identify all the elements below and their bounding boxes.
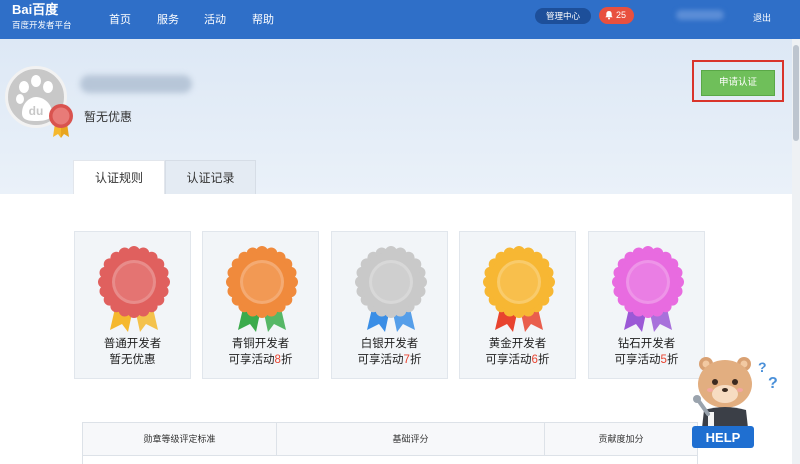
discount-unit: 折: [409, 354, 422, 366]
benefit-text: 暂无优惠: [109, 354, 156, 366]
rating-table: 勋章等级评定标准 基础评分 贡献度加分: [82, 422, 698, 464]
discount-unit: 折: [666, 354, 679, 366]
medal-icon: [355, 246, 427, 332]
medal-icon: [226, 246, 298, 332]
svg-text:du: du: [29, 104, 44, 118]
discount-unit: 折: [280, 354, 293, 366]
question-mark-icon: ?: [758, 359, 767, 375]
medal-title: 普通开发者: [103, 338, 162, 350]
nav-activities[interactable]: 活动: [204, 11, 226, 27]
medal-card: 普通开发者 暂无优惠: [74, 231, 191, 379]
tab-certification-rules[interactable]: 认证规则: [73, 160, 165, 194]
nav-home[interactable]: 首页: [109, 11, 131, 27]
medal-title: 白银开发者: [360, 338, 419, 350]
medal-icon: [612, 246, 684, 332]
medal-card: 青铜开发者 可享活动8折: [202, 231, 319, 379]
scrollbar-thumb[interactable]: [793, 45, 799, 141]
apply-certification-button[interactable]: 申请认证: [701, 70, 775, 96]
help-mascot[interactable]: ? ? HELP: [688, 352, 792, 452]
medal-benefit: 可享活动5折: [589, 351, 704, 367]
medal-benefit: 暂无优惠: [75, 351, 190, 367]
medal-card: 黄金开发者 可享活动6折: [459, 231, 576, 379]
benefit-text: 可享活动: [485, 354, 532, 366]
top-navigation-bar: Bai百度 百度开发者平台 首页 服务 活动 帮助 管理中心 25 退出: [0, 0, 800, 39]
discount-unit: 折: [537, 354, 550, 366]
nav-services[interactable]: 服务: [157, 11, 179, 27]
benefit-text: 可享活动: [614, 354, 661, 366]
notification-button[interactable]: 25: [599, 7, 634, 24]
medal-card: 白银开发者 可享活动7折: [331, 231, 448, 379]
management-center-button[interactable]: 管理中心: [535, 8, 591, 24]
question-mark-icon: ?: [768, 375, 778, 392]
logo-subtitle: 百度开发者平台: [12, 20, 72, 30]
logout-link[interactable]: 退出: [753, 11, 771, 24]
discount-status: 暂无优惠: [84, 110, 133, 124]
medal-benefit: 可享活动8折: [203, 351, 318, 367]
rank-medal-icon: [49, 104, 73, 138]
username-blurred-large: [80, 75, 192, 93]
benefit-text: 可享活动: [228, 354, 275, 366]
table-header-contribution: 贡献度加分: [598, 434, 644, 444]
medal-benefit: 可享活动6折: [460, 351, 575, 367]
baidu-developer-logo[interactable]: Bai百度 百度开发者平台: [12, 2, 80, 34]
medal-title: 黄金开发者: [488, 338, 547, 350]
benefit-text: 可享活动: [357, 354, 404, 366]
table-header-base-score: 基础评分: [277, 423, 545, 455]
bell-icon: [605, 11, 613, 20]
tab-certification-records[interactable]: 认证记录: [165, 160, 256, 194]
medal-icon: [483, 246, 555, 332]
table-header-criteria: 勋章等级评定标准: [83, 423, 277, 455]
medal-title: 青铜开发者: [231, 338, 290, 350]
help-label: HELP: [706, 430, 741, 445]
medal-icon: [98, 246, 170, 332]
medal-title: 钻石开发者: [617, 338, 676, 350]
table-row: [83, 455, 697, 464]
notification-count: 25: [616, 10, 627, 20]
logo-wordmark: Bai百度: [12, 2, 59, 17]
nav-help[interactable]: 帮助: [252, 11, 274, 27]
username-blurred[interactable]: [676, 10, 724, 20]
medal-benefit: 可享活动7折: [332, 351, 447, 367]
vertical-scrollbar[interactable]: [792, 39, 800, 464]
